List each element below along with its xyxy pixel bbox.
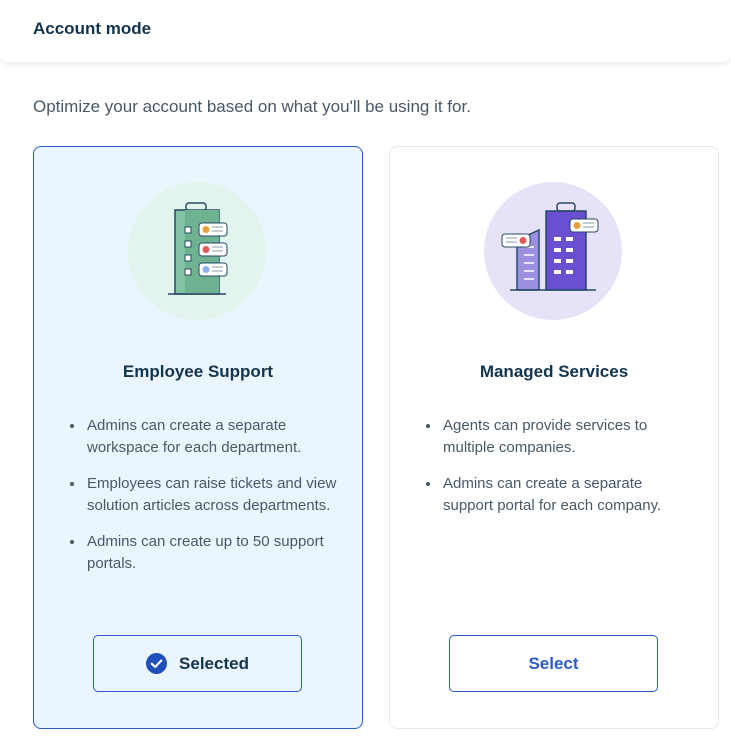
card-managed-services[interactable]: Managed Services Agents can provide serv… [389,146,719,729]
card-title: Managed Services [479,362,629,381]
feature-list: Admins can create a separate workspace f… [68,415,338,589]
list-item: Admins can create up to 50 support porta… [68,531,338,575]
card-employee-support[interactable]: Employee Support Admins can create a sep… [33,146,363,729]
header-bar: Account mode [0,0,731,62]
selected-button-label: Selected [179,653,249,673]
page-subtitle: Optimize your account based on what you'… [33,97,471,116]
page-title: Account mode [33,19,152,38]
list-item: Agents can provide services to multiple … [424,415,694,459]
multi-building-purple-icon [484,182,622,320]
feature-list: Agents can provide services to multiple … [424,415,694,531]
card-title: Employee Support [122,362,274,381]
selected-button[interactable]: Selected [93,635,302,692]
select-button[interactable]: Select [449,635,658,692]
office-building-green-icon [128,182,266,320]
list-item: Employees can raise tickets and view sol… [68,473,338,517]
list-item: Admins can create a separate workspace f… [68,415,338,459]
select-button-label: Select [528,653,579,673]
list-item: Admins can create a separate support por… [424,473,694,517]
check-circle-icon [146,653,168,674]
